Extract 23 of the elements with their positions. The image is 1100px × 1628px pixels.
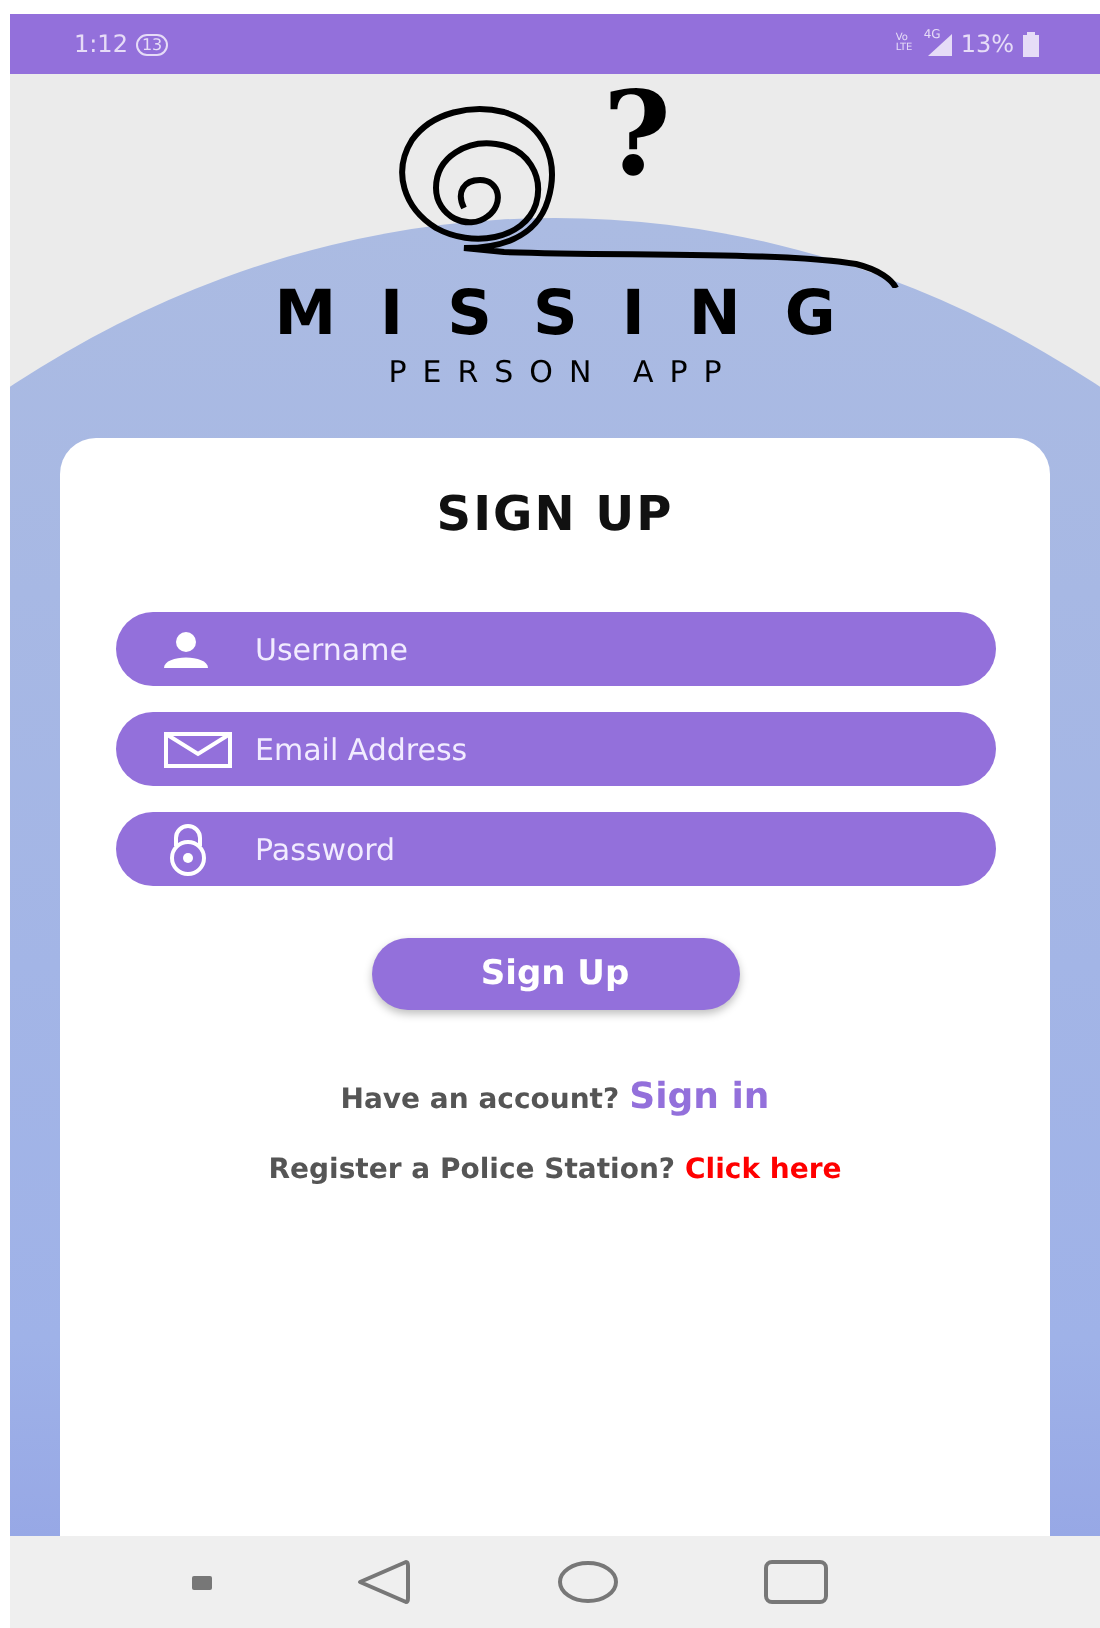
signal-icon: [928, 33, 953, 55]
input-field[interactable]: Username: [115, 612, 995, 686]
sign-up-button[interactable]: Sign Up: [371, 938, 739, 1010]
notification-count: 13: [135, 33, 169, 55]
logo-subtitle: PERSON APP: [388, 354, 738, 390]
input-field[interactable]: Email Address: [115, 712, 995, 786]
home-icon[interactable]: [556, 1560, 620, 1604]
signin-prompt: Have an account?: [340, 1084, 620, 1116]
battery-icon: [1022, 31, 1040, 57]
battery-percent: 13%: [960, 30, 1014, 58]
logo-title: MISSING: [274, 284, 880, 346]
menu-icon[interactable]: [192, 1575, 212, 1589]
input-field[interactable]: Password: [115, 812, 995, 886]
envelope-icon: [163, 731, 231, 767]
form-title: SIGN UP: [436, 486, 674, 542]
logo-mark: ?: [603, 76, 671, 192]
back-icon[interactable]: [356, 1558, 412, 1606]
register-prompt: Register a Police Station?: [268, 1154, 676, 1186]
click-here-link[interactable]: Click here: [685, 1154, 842, 1186]
sign-in-link[interactable]: Sign in: [629, 1076, 770, 1118]
recents-icon[interactable]: [764, 1560, 828, 1604]
clock-time: 1:12: [74, 30, 128, 58]
person-icon: [163, 631, 207, 667]
